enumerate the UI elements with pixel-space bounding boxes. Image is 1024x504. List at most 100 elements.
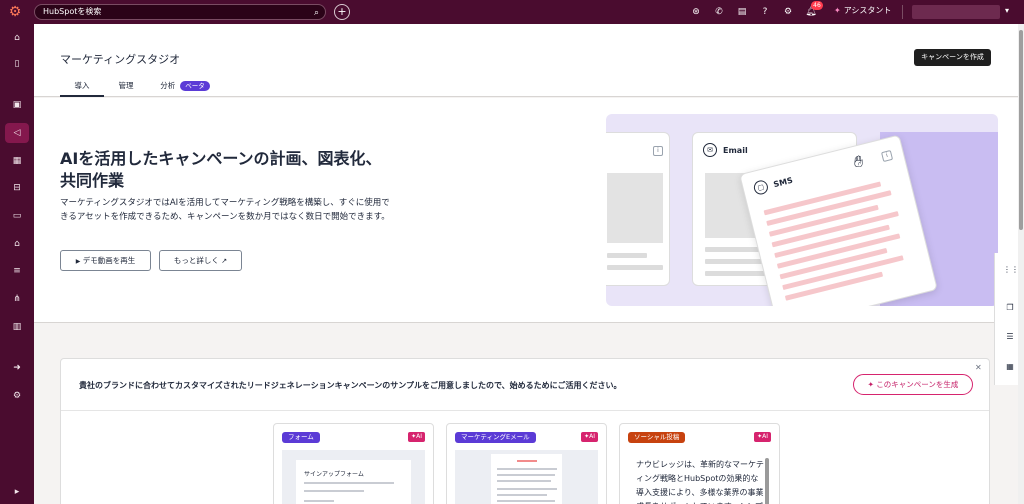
play-demo-button[interactable]: ▶ デモ動画を再生 <box>60 250 151 271</box>
comments-icon[interactable]: ❐ <box>1003 301 1017 315</box>
form-preview-title: サインアップフォーム <box>304 471 364 478</box>
settings-icon[interactable]: ⚙ <box>5 386 29 406</box>
placeholder-line <box>517 460 537 462</box>
generate-label: このキャンペーンを生成 <box>876 380 959 389</box>
tab-analytics[interactable]: 分析 ベータ <box>148 79 222 97</box>
hero-section: AIを活用したキャンペーンの計画、図表化、共同作業 マーケティングスタジオではA… <box>34 98 1018 323</box>
hand-pointer-icon: ✋︎ <box>854 152 864 171</box>
external-link-icon: ↗ <box>221 257 228 265</box>
placeholder-line <box>497 494 547 496</box>
placeholder-line <box>607 253 647 258</box>
notification-badge: 46 <box>811 1 823 10</box>
campaign-suggestion-panel: 貴社のブランドに合わせてカスタマイズされたリードジェネレーションキャンペーンのサ… <box>60 358 990 504</box>
email-preview <box>491 454 562 504</box>
sparkle-icon: ✦ <box>867 380 874 389</box>
template-tag: ソーシャル投稿 <box>628 432 686 443</box>
tab-label: 管理 <box>118 81 134 90</box>
template-card-form[interactable]: フォーム ✦AI サインアップフォーム <box>273 423 434 504</box>
ai-badge: ✦AI <box>581 432 598 442</box>
chevron-down-icon[interactable]: ▾ <box>1005 6 1009 15</box>
create-campaign-button[interactable]: キャンペーンを作成 <box>914 49 991 66</box>
home-icon[interactable]: ⌂ <box>5 28 29 48</box>
page-scrollbar[interactable] <box>1018 24 1024 504</box>
grid-icon[interactable]: ⋮⋮ <box>1003 263 1019 277</box>
bookmark-icon[interactable]: ▯ <box>5 54 29 74</box>
ai-badge: ✦AI <box>754 432 771 442</box>
checklist-icon[interactable]: ☰ <box>1003 330 1017 344</box>
quick-create-button[interactable]: + <box>334 4 350 20</box>
placeholder-line <box>497 474 555 476</box>
expand-icon[interactable]: ▸ <box>5 482 29 502</box>
assistant-button[interactable]: ✦ アシスタント <box>834 5 891 16</box>
hero-illustration: i ✉ Email ▢ SMS i ✋︎ <box>606 114 998 306</box>
placeholder-line <box>497 480 551 482</box>
commerce-icon[interactable]: ⊟ <box>5 178 29 198</box>
learn-more-label: もっと詳しく <box>173 256 219 265</box>
learn-more-button[interactable]: もっと詳しく ↗ <box>159 250 242 271</box>
apps-icon[interactable]: ➜ <box>5 358 29 378</box>
data-icon[interactable]: ≡ <box>5 261 29 281</box>
mail-icon: ✉ <box>703 143 717 157</box>
help-icon[interactable]: ? <box>757 4 773 20</box>
notifications-icon[interactable]: 🔔︎ 46 <box>803 1 823 20</box>
megaphone-icon[interactable]: ◁ <box>5 123 29 143</box>
close-icon[interactable]: ✕ <box>975 363 982 372</box>
placeholder-line <box>497 488 557 490</box>
generate-campaign-button[interactable]: ✦ このキャンペーンを生成 <box>853 374 973 395</box>
calling-icon[interactable]: ✆ <box>711 4 727 20</box>
ai-badge-label: AI <box>589 433 595 440</box>
top-utility-icons: ⊛ ✆ ▤ ? ⚙ 🔔︎ 46 <box>688 1 823 20</box>
account-menu[interactable] <box>912 5 1000 19</box>
scrollbar-thumb[interactable] <box>1019 30 1023 230</box>
assistant-label: アシスタント <box>843 6 892 15</box>
tab-onboarding[interactable]: 導入 <box>60 79 104 97</box>
ai-badge-label: AI <box>762 433 768 440</box>
content-icon[interactable]: ▦ <box>5 151 29 171</box>
tab-label: 導入 <box>74 81 90 90</box>
contacts-icon[interactable]: ▣ <box>5 95 29 115</box>
page-header: マーケティングスタジオ キャンペーンを作成 導入 管理 分析 ベータ <box>34 24 1018 97</box>
hero-title: AIを活用したキャンペーンの計画、図表化、共同作業 <box>60 149 382 190</box>
search-icon[interactable]: ⌕ <box>314 6 319 20</box>
left-sidebar: ⌂ ▯ ▣ ◁ ▦ ⊟ ▭ ⌂ ≡ ⋔ ▥ ➜ ⚙ ▸ <box>0 24 34 504</box>
sparkle-icon: ✦ <box>834 6 841 15</box>
placeholder-line <box>497 500 555 502</box>
marketplace-icon[interactable]: ▤ <box>734 4 750 20</box>
placeholder-line <box>304 482 394 484</box>
template-tag: フォーム <box>282 432 320 443</box>
tab-bar: 導入 管理 分析 ベータ <box>60 79 222 97</box>
service-icon[interactable]: ▭ <box>5 206 29 226</box>
preview-scrollbar[interactable] <box>765 458 769 504</box>
placeholder-line <box>497 468 557 470</box>
info-icon: i <box>653 146 663 156</box>
suggestion-header: 貴社のブランドに合わせてカスタマイズされたリードジェネレーションキャンペーンのサ… <box>61 359 989 411</box>
sms-label: SMS <box>772 175 794 190</box>
automation-icon[interactable]: ⌂ <box>5 234 29 254</box>
hubspot-logo-icon[interactable]: ⚙ <box>0 0 30 24</box>
placeholder-line <box>607 265 663 270</box>
sms-icon: ▢ <box>752 178 770 196</box>
ai-badge-label: AI <box>416 433 422 440</box>
calendar-icon[interactable]: ▦ <box>1003 360 1017 374</box>
upgrade-icon[interactable]: ⊛ <box>688 4 704 20</box>
play-demo-label: デモ動画を再生 <box>82 256 136 265</box>
tab-manage[interactable]: 管理 <box>104 79 148 97</box>
play-icon: ▶ <box>75 258 81 265</box>
search-placeholder: HubSpotを検索 <box>43 7 102 16</box>
template-preview <box>455 450 598 504</box>
info-icon: i <box>880 149 894 163</box>
reports-icon[interactable]: ▥ <box>5 317 29 337</box>
illustration-card: i <box>606 132 670 286</box>
search-input[interactable]: HubSpotを検索 ⌕ <box>34 4 326 20</box>
template-card-email[interactable]: マーケティングEメール ✦AI <box>446 423 607 504</box>
integrations-icon[interactable]: ⋔ <box>5 289 29 309</box>
main-content: マーケティングスタジオ キャンペーンを作成 導入 管理 分析 ベータ AIを活用し… <box>34 24 1018 504</box>
divider <box>902 5 903 19</box>
placeholder-image <box>607 173 663 243</box>
template-card-social[interactable]: ソーシャル投稿 ✦AI ナウビレッジは、革新的なマーケティング戦略とHubSpo… <box>619 423 780 504</box>
settings-icon[interactable]: ⚙ <box>780 4 796 20</box>
placeholder-line <box>304 490 364 492</box>
template-preview: サインアップフォーム <box>282 450 425 504</box>
email-label: Email <box>723 146 748 155</box>
page-title: マーケティングスタジオ <box>60 53 181 66</box>
